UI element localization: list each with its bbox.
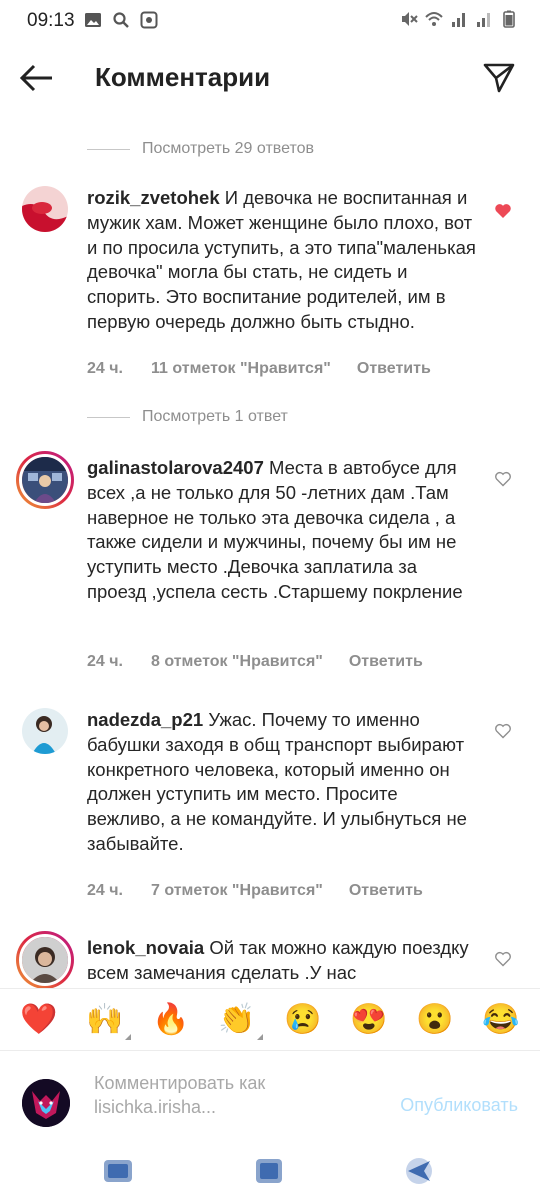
status-bar: 09:13 bbox=[0, 0, 540, 42]
wifi-icon bbox=[425, 12, 443, 26]
comment-likes[interactable]: 11 отметок "Нравится" bbox=[151, 360, 331, 378]
search-icon bbox=[113, 12, 129, 28]
emoji-raised-hands-glyph: 🙌 bbox=[86, 1002, 124, 1036]
comment-username[interactable]: nadezda_p21 bbox=[87, 709, 203, 730]
comment-content: И девочка не воспитанная и мужик хам. Мо… bbox=[87, 187, 476, 332]
comment-text: nadezda_p21 Ужас. Почему то именно бабуш… bbox=[87, 708, 479, 857]
avatar[interactable] bbox=[22, 708, 68, 754]
comment-content: Ужас. Почему то именно бабушки заходя в … bbox=[87, 709, 467, 854]
comment-meta: 24 ч. 11 отметок "Нравится" Ответить bbox=[87, 360, 431, 378]
view-replies-link[interactable]: Посмотреть 29 ответов bbox=[87, 140, 314, 158]
battery-icon bbox=[503, 10, 515, 28]
mute-icon bbox=[402, 12, 418, 26]
comment-time: 24 ч. bbox=[87, 360, 123, 377]
emoji-variants-indicator bbox=[257, 1033, 263, 1040]
emoji-quick-bar: ❤️ 🙌 🔥 👏 😢 😍 😮 😂 bbox=[0, 988, 540, 1050]
heart-outline-icon[interactable] bbox=[494, 950, 512, 968]
comment-time: 24 ч. bbox=[87, 882, 123, 899]
emoji-heart-button[interactable]: ❤️ bbox=[17, 1000, 61, 1040]
signal-icon-2 bbox=[477, 13, 490, 27]
divider-line bbox=[87, 148, 130, 150]
comment-composer: Комментировать как lisichka.irisha... Оп… bbox=[0, 1050, 540, 1156]
view-replies-text: Посмотреть 1 ответ bbox=[142, 408, 288, 425]
recent-apps-icon[interactable] bbox=[101, 1156, 135, 1186]
comment-meta: 24 ч. 8 отметок "Нравится" Ответить bbox=[87, 653, 423, 671]
avatar-story-ring[interactable] bbox=[16, 931, 74, 989]
system-navigation-bar bbox=[0, 1156, 540, 1200]
reply-button[interactable]: Ответить bbox=[349, 882, 423, 900]
emoji-laughing-button[interactable]: 😂 bbox=[479, 1000, 523, 1040]
comment-username[interactable]: rozik_zvetohek bbox=[87, 187, 220, 208]
comment-input[interactable]: Комментировать как lisichka.irisha... bbox=[94, 1071, 344, 1119]
comment-username[interactable]: galinastolarova2407 bbox=[87, 457, 264, 478]
heart-outline-icon[interactable] bbox=[494, 470, 512, 488]
home-icon[interactable] bbox=[252, 1156, 286, 1186]
avatar-story-ring[interactable] bbox=[16, 451, 74, 509]
emoji-variants-indicator bbox=[125, 1033, 131, 1040]
comment-time: 24 ч. bbox=[87, 653, 123, 670]
emoji-fire-button[interactable]: 🔥 bbox=[149, 1000, 193, 1040]
comment-likes[interactable]: 8 отметок "Нравится" bbox=[151, 653, 323, 671]
emoji-raised-hands-button[interactable]: 🙌 bbox=[83, 1000, 131, 1040]
emoji-heart-eyes-button[interactable]: 😍 bbox=[347, 1000, 391, 1040]
comment-username[interactable]: lenok_novaia bbox=[87, 937, 204, 958]
emoji-clap-button[interactable]: 👏 bbox=[215, 1000, 263, 1040]
comment-text: galinastolarova2407 Места в автобусе для… bbox=[87, 456, 479, 605]
comment-text: lenok_novaia Ой так можно каждую поездку… bbox=[87, 936, 479, 986]
comment-text: rozik_zvetohek И девочка не воспитанная … bbox=[87, 186, 479, 335]
heart-outline-icon[interactable] bbox=[494, 722, 512, 740]
divider-line bbox=[87, 416, 130, 418]
back-nav-icon[interactable] bbox=[402, 1156, 436, 1186]
comment-content: Места в автобусе для всех ,а не только д… bbox=[87, 457, 463, 602]
avatar[interactable] bbox=[22, 186, 68, 232]
comment-meta: 24 ч. 7 отметок "Нравится" Ответить bbox=[87, 882, 423, 900]
header: Комментарии bbox=[0, 48, 540, 108]
page-title: Комментарии bbox=[95, 62, 271, 92]
current-user-avatar bbox=[22, 1079, 70, 1127]
heart-filled-icon[interactable] bbox=[494, 202, 512, 220]
publish-button[interactable]: Опубликовать bbox=[400, 1095, 518, 1116]
gallery-icon bbox=[85, 13, 101, 27]
emoji-surprised-button[interactable]: 😮 bbox=[413, 1000, 457, 1040]
direct-send-icon[interactable] bbox=[482, 60, 516, 94]
reply-button[interactable]: Ответить bbox=[349, 653, 423, 671]
back-arrow-icon[interactable] bbox=[18, 62, 56, 94]
view-replies-link[interactable]: Посмотреть 1 ответ bbox=[87, 408, 288, 426]
reply-button[interactable]: Ответить bbox=[357, 360, 431, 378]
screen-recorder-icon bbox=[140, 11, 158, 29]
status-time: 09:13 bbox=[27, 10, 75, 31]
view-replies-text: Посмотреть 29 ответов bbox=[142, 140, 314, 157]
comment-likes[interactable]: 7 отметок "Нравится" bbox=[151, 882, 323, 900]
signal-icon bbox=[452, 13, 465, 27]
emoji-clap-glyph: 👏 bbox=[218, 1002, 256, 1036]
emoji-crying-button[interactable]: 😢 bbox=[281, 1000, 325, 1040]
